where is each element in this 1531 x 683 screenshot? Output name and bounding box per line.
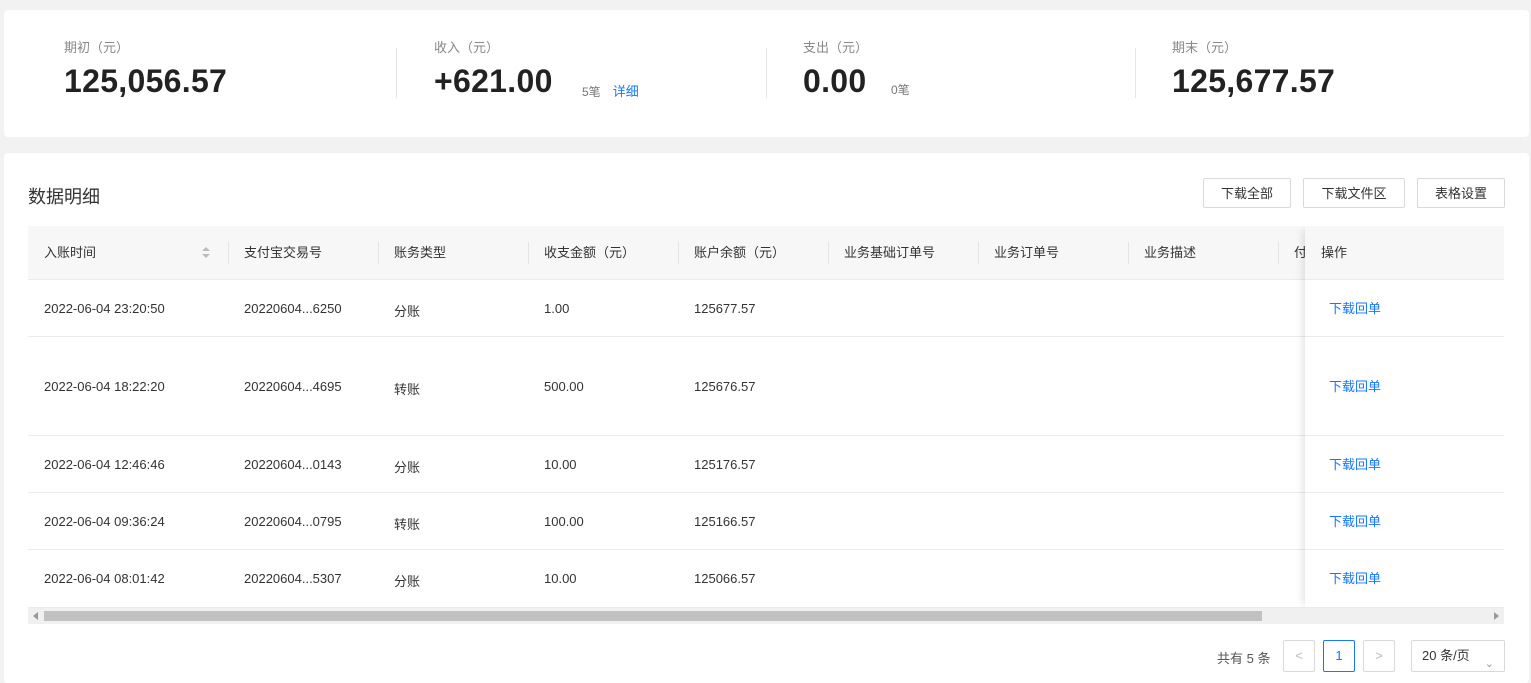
action-column: 操作 下载回单 下载回单 下载回单 下载回单 下载回单	[1305, 226, 1504, 608]
cell-trade-no: 20220604...4695	[244, 379, 342, 394]
income-count: 5笔	[582, 85, 601, 99]
cell-type: 转账	[394, 517, 421, 532]
horizontal-scrollbar[interactable]	[28, 608, 1504, 624]
page-size-select[interactable]: 20 条/页 ⌄	[1411, 640, 1505, 672]
cell-amount: 10.00	[544, 457, 577, 472]
cell-trade-no: 20220604...5307	[244, 571, 342, 586]
cell-amount: 100.00	[544, 514, 584, 529]
download-file-area-button[interactable]: 下载文件区	[1303, 178, 1405, 208]
detail-title: 数据明细	[28, 187, 100, 207]
expense-count: 0笔	[891, 83, 910, 97]
divider	[766, 48, 767, 98]
cell-balance: 125066.57	[694, 571, 756, 586]
cell-time: 2022-06-04 08:01:42	[44, 571, 165, 586]
cell-balance: 125166.57	[694, 514, 756, 529]
cell-time: 2022-06-04 12:46:46	[44, 457, 165, 472]
expense-label: 支出（元）	[803, 40, 869, 55]
column-header-base-order-no: 业务基础订单号	[844, 245, 936, 260]
table-row: 2022-06-04 23:20:50 20220604...6250 分账 1…	[28, 280, 1504, 337]
page-1-button[interactable]: 1	[1323, 640, 1355, 672]
summary-card: 期初（元） 125,056.57 收入（元） +621.00 5笔 详细 支出（元…	[4, 10, 1529, 137]
column-header-amount: 收支金额（元）	[544, 245, 636, 260]
page-size-value: 20 条/页	[1422, 648, 1470, 663]
cell-amount: 10.00	[544, 571, 577, 586]
income-label: 收入（元）	[434, 40, 500, 55]
divider	[396, 48, 397, 98]
cell-type: 分账	[394, 574, 421, 589]
opening-value: 125,056.57	[64, 63, 228, 99]
expense-value: 0.00	[803, 63, 867, 99]
closing-label: 期末（元）	[1172, 40, 1238, 55]
cell-type: 分账	[394, 460, 421, 475]
closing-value: 125,677.57	[1172, 63, 1336, 99]
column-header-type: 账务类型	[394, 245, 447, 260]
column-header-balance: 账户余额（元）	[694, 245, 786, 260]
download-receipt-link[interactable]: 下载回单	[1305, 493, 1504, 550]
sort-icon[interactable]	[202, 247, 210, 259]
income-value: +621.00	[434, 63, 553, 99]
column-header-trade-no: 支付宝交易号	[244, 245, 323, 260]
table-row: 2022-06-04 12:46:46 20220604...0143 分账 1…	[28, 436, 1504, 493]
income-extra: 5笔 详细	[582, 81, 639, 100]
opening-label: 期初（元）	[64, 40, 130, 55]
download-receipt-link[interactable]: 下载回单	[1305, 280, 1504, 337]
cell-amount: 500.00	[544, 379, 584, 394]
table-row: 2022-06-04 09:36:24 20220604...0795 转账 1…	[28, 493, 1504, 550]
download-receipt-link[interactable]: 下载回单	[1305, 550, 1504, 608]
scroll-right-icon[interactable]	[1494, 612, 1499, 620]
scrollbar-thumb[interactable]	[44, 611, 1262, 621]
column-header-description: 业务描述	[1144, 245, 1197, 260]
cell-time: 2022-06-04 18:22:20	[44, 379, 165, 394]
scroll-left-icon[interactable]	[33, 612, 38, 620]
income-detail-link[interactable]: 详细	[613, 84, 639, 99]
ledger-table: 入账时间 支付宝交易号 账务类型 收支金额（元） 账户余额（元） 业务基础订单号…	[28, 226, 1504, 608]
divider	[1135, 48, 1136, 98]
next-page-button[interactable]: >	[1363, 640, 1395, 672]
detail-card: 数据明细 下载全部 下载文件区 表格设置 入账时间 支付宝交易号 账务类型 收支…	[4, 153, 1529, 683]
column-header-action: 操作	[1305, 226, 1504, 280]
cell-balance: 125676.57	[694, 379, 756, 394]
download-receipt-link[interactable]: 下载回单	[1305, 337, 1504, 436]
chevron-down-icon: ⌄	[1484, 658, 1494, 670]
download-receipt-link[interactable]: 下载回单	[1305, 436, 1504, 493]
cell-trade-no: 20220604...0795	[244, 514, 342, 529]
cell-balance: 125176.57	[694, 457, 756, 472]
cell-balance: 125677.57	[694, 301, 756, 316]
column-header-order-no: 业务订单号	[994, 245, 1060, 260]
table-settings-button[interactable]: 表格设置	[1417, 178, 1505, 208]
cell-trade-no: 20220604...0143	[244, 457, 342, 472]
cell-type: 分账	[394, 304, 421, 319]
total-count: 共有 5 条	[1217, 651, 1271, 666]
cell-time: 2022-06-04 23:20:50	[44, 301, 165, 316]
table-row: 2022-06-04 18:22:20 20220604...4695 转账 5…	[28, 337, 1504, 436]
download-all-button[interactable]: 下载全部	[1203, 178, 1291, 208]
prev-page-button[interactable]: <	[1283, 640, 1315, 672]
table-header: 入账时间 支付宝交易号 账务类型 收支金额（元） 账户余额（元） 业务基础订单号…	[28, 226, 1504, 280]
table-row: 2022-06-04 08:01:42 20220604...5307 分账 1…	[28, 550, 1504, 608]
cell-type: 转账	[394, 382, 421, 397]
cell-amount: 1.00	[544, 301, 570, 316]
cell-trade-no: 20220604...6250	[244, 301, 342, 316]
column-header-time[interactable]: 入账时间	[28, 226, 228, 280]
cell-time: 2022-06-04 09:36:24	[44, 514, 165, 529]
